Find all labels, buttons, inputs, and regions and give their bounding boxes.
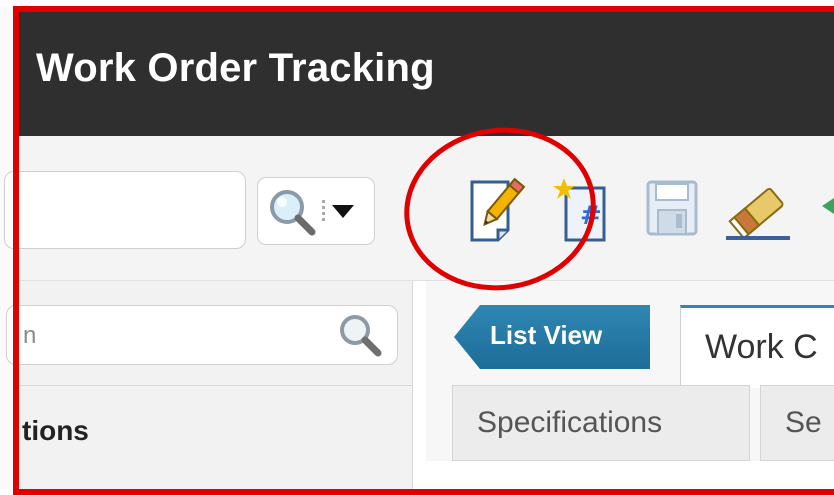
clear-eraser-icon[interactable]: [724, 176, 794, 251]
list-view-button[interactable]: List View: [454, 305, 650, 369]
app-title-bar: Work Order Tracking: [14, 6, 834, 136]
search-button[interactable]: [257, 177, 375, 245]
subtab-specifications-label: Specifications: [477, 406, 663, 439]
new-record-icon[interactable]: #: [552, 176, 614, 251]
subtab-specifications[interactable]: Specifications: [452, 385, 750, 461]
list-view-label: List View: [490, 320, 603, 350]
section-heading-actions: tions: [22, 415, 89, 446]
svg-text:#: #: [580, 201, 602, 231]
dropdown-separator: [322, 200, 325, 222]
tab-work-order[interactable]: Work C: [680, 305, 834, 388]
magnifier-icon: [270, 190, 316, 236]
main-toolbar: #: [4, 136, 834, 281]
nav-search-placeholder: n: [23, 322, 37, 349]
left-navigation-panel: n tions: [6, 281, 413, 489]
tab-content-area: [426, 461, 834, 489]
subtab-second[interactable]: Se: [760, 385, 834, 461]
search-icon[interactable]: [337, 312, 383, 358]
next-arrow-icon[interactable]: [822, 194, 834, 223]
edit-pencil-icon[interactable]: [464, 176, 526, 251]
chevron-down-icon[interactable]: [332, 205, 354, 218]
tab-work-order-label: Work C: [705, 328, 818, 366]
nav-divider: [14, 385, 412, 386]
search-input[interactable]: [4, 171, 246, 249]
subtab-second-label: Se: [785, 406, 822, 439]
record-area: List View Work C Specifications Se: [426, 281, 834, 489]
nav-search-input[interactable]: n: [6, 305, 398, 365]
save-disk-icon[interactable]: [642, 176, 702, 247]
app-title: Work Order Tracking: [36, 46, 435, 90]
